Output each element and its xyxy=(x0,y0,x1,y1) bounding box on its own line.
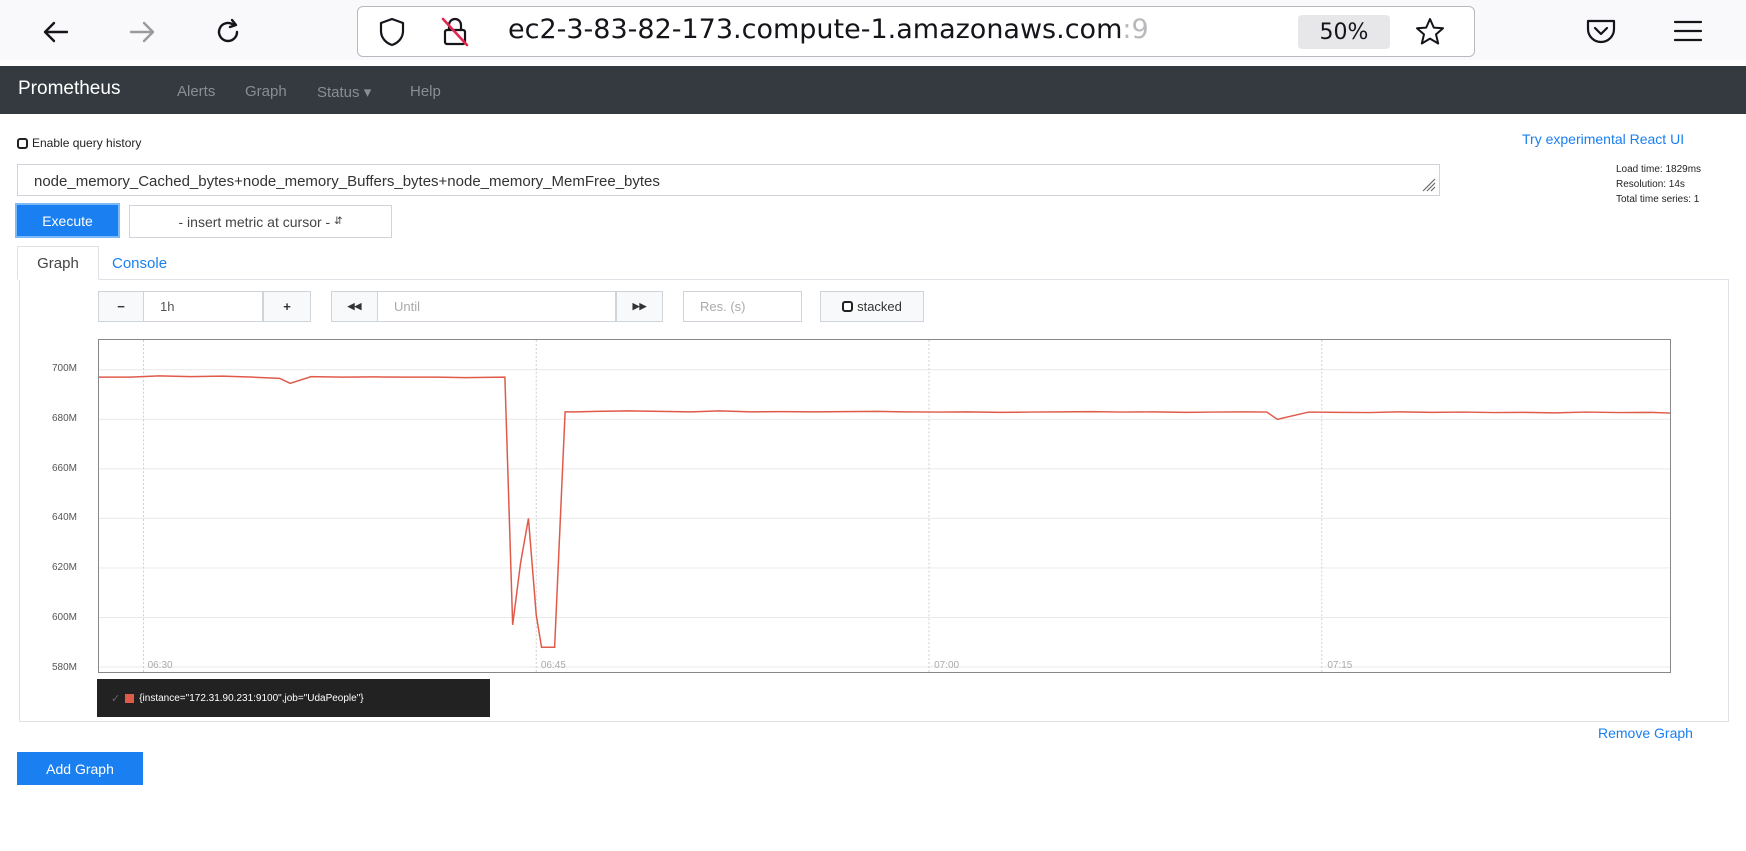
expression-input[interactable]: node_memory_Cached_bytes+node_memory_Buf… xyxy=(17,164,1440,196)
remove-graph-link[interactable]: Remove Graph xyxy=(1598,725,1693,741)
tab-graph[interactable]: Graph xyxy=(17,246,99,280)
graph-canvas[interactable] xyxy=(98,339,1671,673)
caret-down-icon: ▾ xyxy=(363,84,372,101)
star-icon[interactable] xyxy=(1413,15,1447,53)
range-input[interactable]: 1h xyxy=(143,291,263,322)
legend-check-icon: ✓ xyxy=(111,692,121,705)
prometheus-navbar: Prometheus Alerts Graph Status ▾ Help xyxy=(0,66,1746,114)
nav-status-label: Status xyxy=(317,84,360,101)
pocket-icon[interactable] xyxy=(1584,16,1618,50)
y-tick-label: 620M xyxy=(52,562,78,574)
forward-arrow-icon[interactable] xyxy=(120,10,164,54)
load-time: Load time: 1829ms xyxy=(1616,164,1702,175)
brand-link[interactable]: Prometheus xyxy=(18,78,120,100)
x-gridlines xyxy=(143,340,1323,672)
range-increase-button[interactable]: + xyxy=(263,291,311,322)
query-stats: Load time: 1829ms Resolution: 14s Total … xyxy=(1616,162,1701,207)
url-text[interactable]: ec2-3-83-82-173.compute-1.amazonaws.com:… xyxy=(508,14,1284,45)
range-decrease-button[interactable]: − xyxy=(98,291,144,322)
until-input[interactable]: Until xyxy=(377,291,616,322)
y-tick-label: 640M xyxy=(52,512,78,524)
reload-icon[interactable] xyxy=(206,10,250,54)
nav-alerts[interactable]: Alerts xyxy=(177,83,215,100)
x-tick-label: 06:45 xyxy=(540,660,566,671)
react-ui-link[interactable]: Try experimental React UI xyxy=(1522,131,1684,147)
tab-console[interactable]: Console xyxy=(112,255,167,272)
execute-button[interactable]: Execute xyxy=(15,203,120,238)
resize-grip-icon[interactable] xyxy=(1420,176,1436,192)
stacked-checkbox[interactable] xyxy=(842,301,854,312)
expression-text: node_memory_Cached_bytes+node_memory_Buf… xyxy=(34,173,660,190)
insert-metric-select[interactable]: - insert metric at cursor - ⇵ xyxy=(129,205,392,238)
url-bar[interactable]: ec2-3-83-82-173.compute-1.amazonaws.com:… xyxy=(357,6,1475,57)
browser-toolbar: ec2-3-83-82-173.compute-1.amazonaws.com:… xyxy=(0,0,1746,60)
legend-swatch xyxy=(125,693,135,703)
time-back-button[interactable]: ◀◀ xyxy=(331,291,378,322)
x-tick-label: 07:00 xyxy=(934,660,960,671)
query-history-toggle[interactable]: Enable query history xyxy=(17,136,141,150)
y-tick-label: 600M xyxy=(52,612,78,624)
y-tick-label: 680M xyxy=(52,412,78,424)
query-history-label: Enable query history xyxy=(32,136,142,150)
series-line xyxy=(99,375,1670,648)
insecure-lock-icon[interactable] xyxy=(438,15,472,53)
total-time-series: Total time series: 1 xyxy=(1616,194,1700,205)
select-arrows-icon: ⇵ xyxy=(334,216,343,227)
nav-graph[interactable]: Graph xyxy=(245,83,287,100)
zoom-level-badge[interactable]: 50% xyxy=(1298,15,1390,49)
back-arrow-icon[interactable] xyxy=(34,10,78,54)
insert-metric-label: - insert metric at cursor - xyxy=(178,213,331,230)
x-tick-label: 07:15 xyxy=(1327,660,1353,671)
query-history-checkbox[interactable] xyxy=(17,137,28,149)
graph-legend[interactable]: ✓ {instance="172.31.90.231:9100",job="Ud… xyxy=(97,679,490,717)
y-gridlines xyxy=(99,369,1670,668)
legend-series-label: {instance="172.31.90.231:9100",job="UdaP… xyxy=(139,692,364,704)
shield-icon[interactable] xyxy=(376,16,408,52)
y-tick-label: 660M xyxy=(52,462,78,474)
nav-status[interactable]: Status ▾ xyxy=(317,83,371,101)
resolution-input[interactable]: Res. (s) xyxy=(683,291,802,322)
add-graph-button[interactable]: Add Graph xyxy=(17,752,143,785)
y-tick-label: 580M xyxy=(52,662,78,673)
time-forward-button[interactable]: ▶▶ xyxy=(616,291,663,322)
resolution: Resolution: 14s xyxy=(1616,179,1685,190)
y-tick-label: 700M xyxy=(52,362,78,374)
stacked-label: stacked xyxy=(857,299,902,314)
menu-icon[interactable] xyxy=(1672,18,1704,48)
nav-help[interactable]: Help xyxy=(410,83,441,100)
x-tick-label: 06:30 xyxy=(147,660,173,671)
stacked-toggle[interactable]: stacked xyxy=(820,291,924,322)
